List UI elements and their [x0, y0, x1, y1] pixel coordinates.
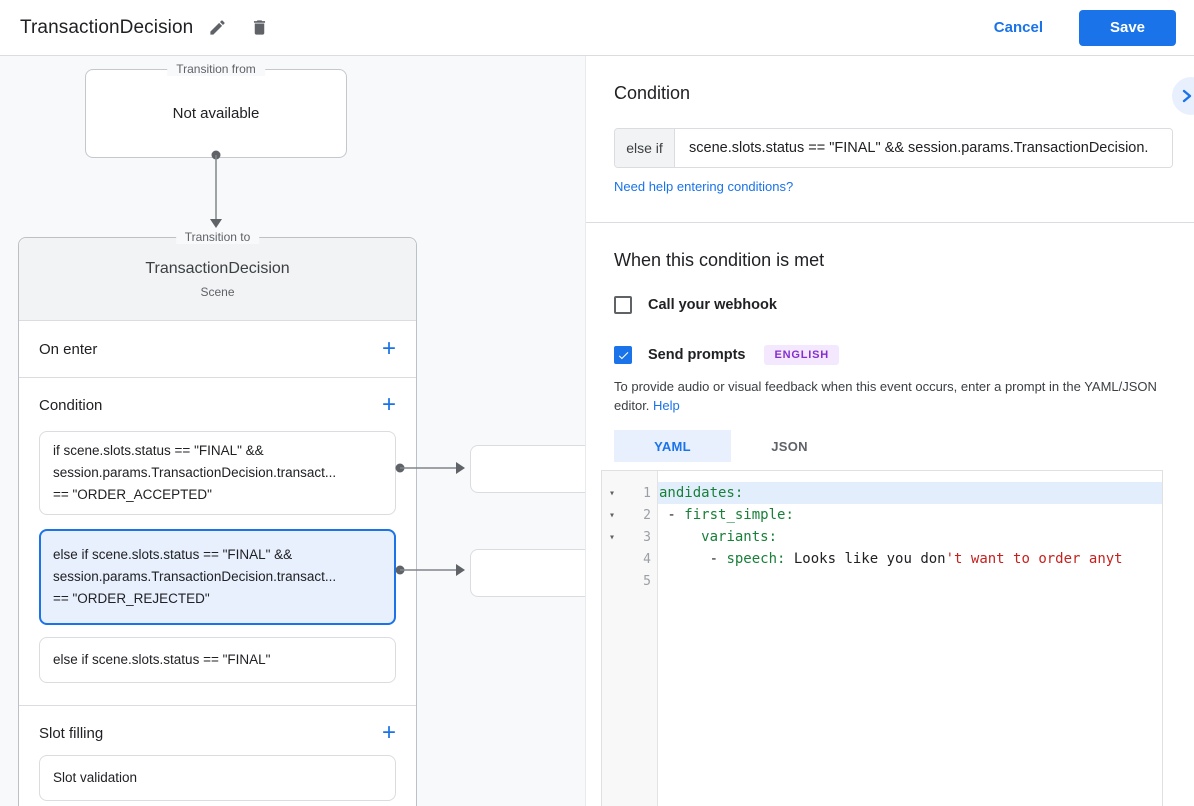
trash-icon	[253, 20, 265, 35]
add-on-enter-button[interactable]: +	[382, 337, 396, 361]
slot-filling-label: Slot filling	[39, 724, 104, 742]
send-prompts-label: Send prompts	[648, 347, 746, 363]
when-condition-met-title: When this condition is met	[614, 250, 825, 270]
line-number: 2	[643, 507, 651, 523]
slot-filling-section: Slot filling + Slot validation	[19, 706, 416, 806]
condition-text-line: session.params.TransactionDecision.trans…	[53, 569, 337, 584]
condition-item-final[interactable]: else if scene.slots.status == "FINAL"	[39, 637, 396, 683]
editor-code-area[interactable]: andidates: - first_simple: variants: - s…	[658, 471, 1162, 806]
language-badge: ENGLISH	[764, 345, 839, 365]
slot-validation-item[interactable]: Slot validation	[39, 755, 396, 801]
condition-editor-panel: Condition else if Need help entering con…	[585, 56, 1194, 806]
line-number: 3	[643, 529, 651, 545]
line-number: 1	[643, 485, 651, 501]
condition-item-order-accepted[interactable]: if scene.slots.status == "FINAL" && sess…	[39, 431, 396, 515]
condition-text-line: else if scene.slots.status == "FINAL"	[53, 652, 271, 667]
tab-yaml[interactable]: YAML	[614, 430, 731, 462]
fold-toggle-icon[interactable]: ▾	[602, 510, 622, 521]
editor-gutter: ▾ 1 ▾ 2 ▾ 3 4 5	[602, 471, 658, 806]
add-slot-button[interactable]: +	[382, 721, 396, 745]
line-number: 4	[643, 551, 651, 567]
scene-type-label: Scene	[200, 285, 235, 299]
save-button[interactable]: Save	[1079, 9, 1176, 46]
condition-text-line: if scene.slots.status == "FINAL" &&	[53, 443, 264, 458]
panel-title: Condition	[614, 83, 691, 103]
editor-format-tabs: YAML JSON	[614, 430, 848, 462]
call-webhook-checkbox[interactable]	[614, 296, 632, 314]
scene-card: Transition to TransactionDecision Scene …	[18, 230, 417, 806]
transition-from-box: Transition from Not available	[85, 62, 347, 158]
on-enter-section: On enter +	[19, 321, 416, 378]
condition-help-link[interactable]: Need help entering conditions?	[614, 179, 793, 194]
condition-text-line: session.params.TransactionDecision.trans…	[53, 465, 337, 480]
transition-from-value: Not available	[172, 105, 260, 122]
condition-section-label: Condition	[39, 396, 103, 414]
yaml-code-editor[interactable]: ▾ 1 ▾ 2 ▾ 3 4 5 andidates: - first_simple: …	[601, 470, 1163, 806]
check-icon	[618, 351, 628, 359]
scene-diagram-canvas: Transition from Not available Transition…	[0, 56, 610, 806]
condition-text-line: else if scene.slots.status == "FINAL" &&	[53, 547, 293, 562]
prompts-description-text: To provide audio or visual feedback when…	[614, 379, 1157, 413]
condition-expression-input[interactable]	[675, 129, 1172, 167]
tab-json[interactable]: JSON	[731, 430, 848, 462]
top-bar: TransactionDecision Cancel Save	[0, 0, 1194, 56]
condition-text-line: == "ORDER_REJECTED"	[53, 591, 210, 606]
code-line-1[interactable]: andidates:	[658, 482, 1162, 504]
code-line-3[interactable]: variants:	[658, 526, 1162, 548]
scene-name: TransactionDecision	[145, 260, 290, 277]
condition-text-line: == "ORDER_ACCEPTED"	[53, 487, 212, 502]
collapse-panel-button[interactable]	[1172, 77, 1194, 115]
code-line-2[interactable]: - first_simple:	[658, 504, 1162, 526]
send-prompts-checkbox[interactable]	[614, 346, 632, 364]
fold-toggle-icon[interactable]: ▾	[602, 488, 622, 499]
scene-card-header[interactable]: TransactionDecision Scene	[19, 238, 416, 321]
condition-item-order-rejected-selected[interactable]: else if scene.slots.status == "FINAL" &&…	[39, 529, 396, 625]
call-webhook-label: Call your webhook	[648, 297, 777, 313]
chevron-right-icon	[1182, 89, 1192, 103]
transition-from-legend: Transition from	[167, 62, 265, 76]
prompts-description: To provide audio or visual feedback when…	[614, 377, 1166, 415]
call-webhook-row: Call your webhook	[614, 296, 777, 314]
condition-expression-control: else if	[614, 128, 1173, 168]
panel-divider	[586, 222, 1194, 223]
add-condition-button[interactable]: +	[382, 393, 396, 417]
line-number: 5	[643, 573, 651, 589]
send-prompts-row: Send prompts ENGLISH	[614, 345, 839, 365]
on-enter-label: On enter	[39, 340, 98, 358]
transition-to-legend: Transition to	[175, 230, 260, 244]
cancel-button[interactable]: Cancel	[994, 19, 1043, 36]
page-title: TransactionDecision	[20, 16, 194, 38]
fold-toggle-icon[interactable]: ▾	[602, 532, 622, 543]
delete-scene-button[interactable]	[241, 10, 277, 46]
prompts-help-link[interactable]: Help	[653, 398, 680, 413]
pencil-icon	[210, 20, 225, 35]
edit-title-button[interactable]	[199, 10, 235, 46]
condition-prefix-label: else if	[615, 129, 675, 167]
code-line-4[interactable]: - speech: Looks like you don't want to o…	[658, 548, 1162, 570]
code-line-5[interactable]	[658, 570, 1162, 592]
condition-section: Condition + if scene.slots.status == "FI…	[19, 378, 416, 706]
